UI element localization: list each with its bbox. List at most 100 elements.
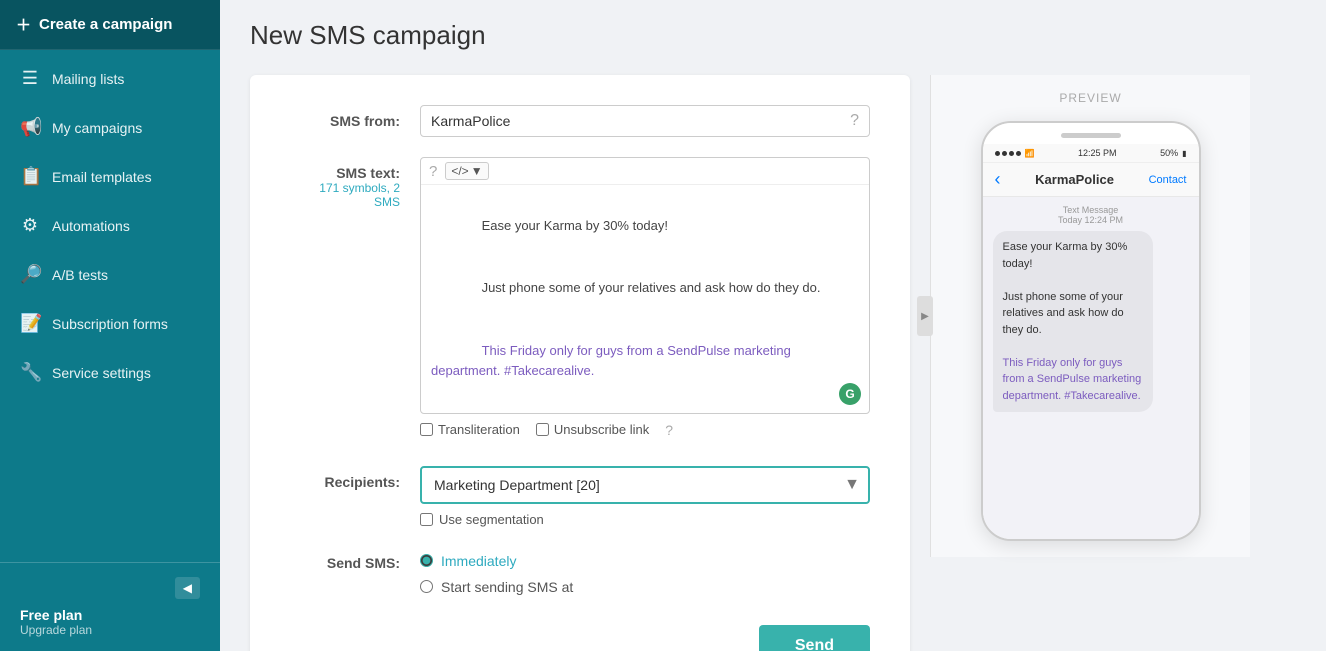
sidebar-item-label: Email templates <box>52 169 152 185</box>
recipients-field: Marketing Department [20] ▼ Use segmenta… <box>420 466 870 527</box>
textarea-help-icon[interactable]: ? <box>429 163 437 180</box>
create-campaign-button[interactable]: ＋ Create a campaign <box>0 0 220 50</box>
sidebar-collapse-button[interactable]: ◀ <box>175 577 200 599</box>
sms-from-row: SMS from: ? <box>290 105 870 137</box>
recipients-row: Recipients: Marketing Department [20] ▼ … <box>290 466 870 527</box>
immediately-label: Immediately <box>441 553 516 569</box>
send-sms-field: Immediately Start sending SMS at <box>420 547 870 595</box>
email-templates-icon: 📋 <box>20 166 40 187</box>
send-row: Send <box>290 625 870 651</box>
phone-time: 12:25 PM <box>1078 148 1117 158</box>
battery-icon: ▮ <box>1182 149 1186 158</box>
sidebar-collapse: ◀ <box>20 577 200 607</box>
form-card: SMS from: ? SMS text: 171 symbols, 2 SMS <box>250 75 910 651</box>
phone-notch <box>1061 133 1121 138</box>
use-segmentation-row: Use segmentation <box>420 512 870 527</box>
phone-mockup: 📶 12:25 PM 50% ▮ ‹ KarmaPolice Contact T… <box>981 121 1201 541</box>
msg-time-label: Today 12:24 PM <box>993 215 1189 225</box>
sms-from-input[interactable] <box>431 113 850 129</box>
unsubscribe-link-checkbox[interactable] <box>536 423 549 436</box>
immediately-radio-label[interactable]: Immediately <box>420 553 870 569</box>
back-icon[interactable]: ‹ <box>995 169 1001 190</box>
send-sms-row: Send SMS: Immediately Start sending SMS … <box>290 547 870 595</box>
msg-line3: This Friday only for guys from a SendPul… <box>1003 357 1142 402</box>
battery-level: 50% <box>1160 148 1178 158</box>
code-format-button[interactable]: </> ▼ <box>445 162 488 180</box>
sidebar-item-my-campaigns[interactable]: 📢 My campaigns <box>0 103 220 152</box>
unsubscribe-help-icon[interactable]: ? <box>665 422 673 438</box>
sms-from-field: ? <box>420 105 870 137</box>
dropdown-arrow: ▼ <box>471 164 483 178</box>
preview-collapse-button[interactable]: ▶ <box>917 296 933 336</box>
status-right: 50% ▮ <box>1160 148 1186 158</box>
recipients-select[interactable]: Marketing Department [20] <box>420 466 870 504</box>
signal-dots <box>995 151 1021 156</box>
sms-from-label: SMS from: <box>290 105 420 129</box>
sidebar-item-label: Subscription forms <box>52 316 168 332</box>
send-sms-label: Send SMS: <box>290 547 420 571</box>
sidebar-item-service-settings[interactable]: 🔧 Service settings <box>0 348 220 397</box>
use-segmentation-label: Use segmentation <box>439 512 544 527</box>
sidebar-item-subscription-forms[interactable]: 📝 Subscription forms <box>0 299 220 348</box>
scheduled-label: Start sending SMS at <box>441 579 573 595</box>
recipients-label: Recipients: <box>290 466 420 490</box>
create-icon: ＋ <box>16 14 31 35</box>
phone-sender-name: KarmaPolice <box>1035 172 1114 187</box>
main-content: New SMS campaign SMS from: ? SMS text: 1… <box>220 0 1326 651</box>
send-button[interactable]: Send <box>759 625 870 651</box>
service-settings-icon: 🔧 <box>20 362 40 383</box>
automations-icon: ⚙ <box>20 215 40 236</box>
grammarly-icon: G <box>839 383 861 405</box>
create-campaign-label: Create a campaign <box>39 16 172 33</box>
scheduled-radio-label[interactable]: Start sending SMS at <box>420 579 870 595</box>
ab-tests-icon: 🔎 <box>20 264 40 285</box>
msg-line1: Ease your Karma by 30% today! <box>1003 241 1128 270</box>
plan-name: Free plan <box>20 607 200 623</box>
sms-line2: Just phone some of your relatives and as… <box>482 280 821 295</box>
sms-line1: Ease your Karma by 30% today! <box>482 218 668 233</box>
sms-symbols-count: 171 symbols, 2 SMS <box>290 181 400 209</box>
signal-dot <box>1016 151 1021 156</box>
checkbox-row: Transliteration Unsubscribe link ? <box>420 414 870 446</box>
sidebar-item-label: Service settings <box>52 365 151 381</box>
unsubscribe-link-checkbox-label[interactable]: Unsubscribe link <box>536 422 649 437</box>
use-segmentation-checkbox[interactable] <box>420 513 433 526</box>
sms-text-content[interactable]: Ease your Karma by 30% today! Just phone… <box>421 185 869 413</box>
help-icon[interactable]: ? <box>850 112 859 130</box>
sms-text-label-main: SMS text: <box>336 165 400 181</box>
recipients-select-wrapper: Marketing Department [20] ▼ <box>420 466 870 504</box>
signal-dot <box>1009 151 1014 156</box>
sms-line3: This Friday only for guys from a SendPul… <box>431 343 794 379</box>
signal-dot <box>995 151 1000 156</box>
phone-header: ‹ KarmaPolice Contact <box>983 163 1199 197</box>
transliteration-checkbox-label[interactable]: Transliteration <box>420 422 520 437</box>
phone-top <box>983 123 1199 144</box>
sidebar-item-ab-tests[interactable]: 🔎 A/B tests <box>0 250 220 299</box>
upgrade-plan-link[interactable]: Upgrade plan <box>20 623 200 637</box>
immediately-radio[interactable] <box>420 554 433 567</box>
sidebar-item-label: My campaigns <box>52 120 142 136</box>
sidebar-item-email-templates[interactable]: 📋 Email templates <box>0 152 220 201</box>
signal-dot <box>1002 151 1007 156</box>
my-campaigns-icon: 📢 <box>20 117 40 138</box>
sidebar: ＋ Create a campaign ☰ Mailing lists 📢 My… <box>0 0 220 651</box>
sidebar-item-automations[interactable]: ⚙ Automations <box>0 201 220 250</box>
sms-from-input-wrapper: ? <box>420 105 870 137</box>
transliteration-label: Transliteration <box>438 422 520 437</box>
sidebar-item-mailing-lists[interactable]: ☰ Mailing lists <box>0 54 220 103</box>
sms-text-row: SMS text: 171 symbols, 2 SMS ? </> ▼ <box>290 157 870 446</box>
message-bubble: Ease your Karma by 30% today! Just phone… <box>993 231 1153 412</box>
preview-label: PREVIEW <box>1059 91 1121 105</box>
msg-line2: Just phone some of your relatives and as… <box>1003 291 1124 336</box>
message-date: Text Message Today 12:24 PM <box>993 205 1189 225</box>
scheduled-radio[interactable] <box>420 580 433 593</box>
preview-panel: ▶ PREVIEW 📶 12:25 <box>930 75 1250 557</box>
contact-button[interactable]: Contact <box>1149 174 1187 186</box>
page-title: New SMS campaign <box>250 20 1296 51</box>
phone-body: Text Message Today 12:24 PM Ease your Ka… <box>983 197 1199 539</box>
transliteration-checkbox[interactable] <box>420 423 433 436</box>
sidebar-item-label: Mailing lists <box>52 71 124 87</box>
status-left: 📶 <box>995 149 1035 158</box>
mailing-lists-icon: ☰ <box>20 68 40 89</box>
sidebar-nav: ☰ Mailing lists 📢 My campaigns 📋 Email t… <box>0 50 220 562</box>
